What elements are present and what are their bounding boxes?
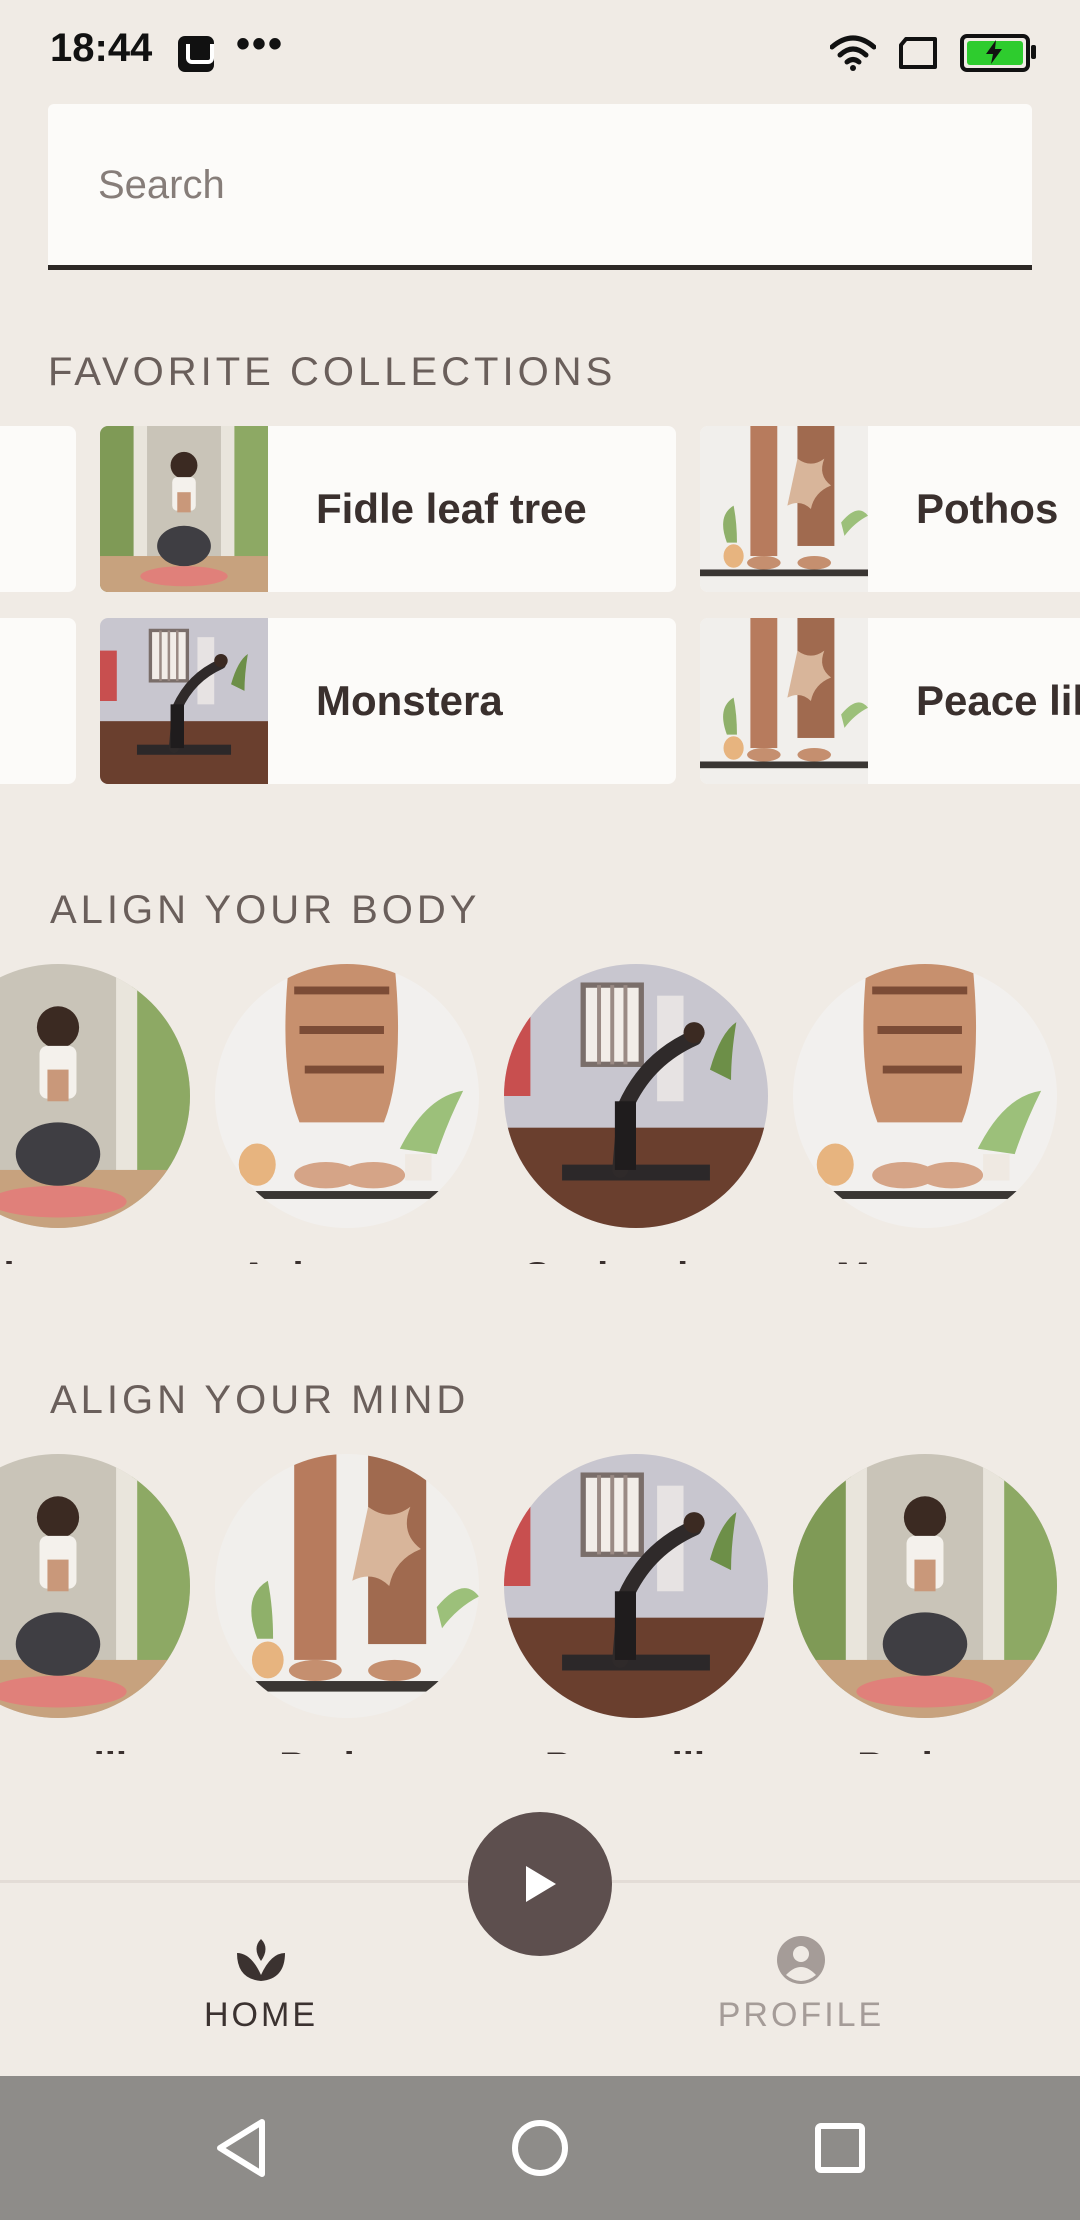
nav-profile-label: PROFILE bbox=[717, 1996, 885, 2034]
align-body-label: Monstera bbox=[793, 1255, 1057, 1264]
collection-thumbnail bbox=[100, 618, 268, 784]
align-mind-item[interactable]: Peace lily bbox=[504, 1454, 768, 1754]
align-mind-item[interactable]: Peace lily bbox=[0, 1454, 190, 1754]
collection-card[interactable]: Peace lily bbox=[700, 618, 1080, 784]
collection-thumbnail bbox=[100, 426, 268, 592]
account-circle-icon bbox=[777, 1936, 825, 1984]
battery-charging-icon bbox=[960, 34, 1036, 72]
align-mind-item[interactable]: Pothos bbox=[215, 1454, 479, 1754]
align-body-item[interactable]: Aglaonema bbox=[215, 964, 479, 1264]
collection-card[interactable]: Fidle leaf tree bbox=[100, 426, 676, 592]
collection-card[interactable]: Pothos bbox=[700, 426, 1080, 592]
status-icons bbox=[830, 34, 1036, 72]
align-mind-label: Pothos bbox=[793, 1745, 1057, 1754]
align-mind-label: Pothos bbox=[215, 1745, 479, 1754]
align-body-image bbox=[0, 964, 190, 1228]
align-body-row: Aglaonema Aglaonema Snake plant Monstera bbox=[0, 964, 1080, 1264]
align-your-body-title: ALIGN YOUR BODY bbox=[50, 888, 481, 932]
align-mind-image bbox=[504, 1454, 768, 1718]
collection-thumbnail bbox=[700, 426, 868, 592]
search-input[interactable] bbox=[96, 104, 980, 266]
align-body-label: Aglaonema bbox=[0, 1255, 190, 1264]
favorite-collections-grid: Fidle leaf tree Pothos Monstera Peace li… bbox=[0, 426, 1080, 786]
align-mind-item[interactable]: Pothos bbox=[793, 1454, 1057, 1754]
collection-label: Peace lily bbox=[916, 677, 1080, 724]
status-bar: 18:44 ••• bbox=[0, 0, 1080, 100]
status-time: 18:44 bbox=[50, 26, 153, 70]
wifi-icon bbox=[830, 35, 876, 71]
collection-card[interactable]: Monstera bbox=[100, 618, 676, 784]
spa-icon bbox=[237, 1939, 285, 1981]
collection-thumbnail bbox=[700, 618, 868, 784]
play-button[interactable] bbox=[468, 1812, 612, 1956]
nav-home-label: HOME bbox=[204, 1996, 318, 2034]
search-field[interactable] bbox=[48, 104, 1032, 270]
app-notification-icon bbox=[178, 36, 214, 72]
align-body-label: Snake plant bbox=[504, 1255, 768, 1264]
nav-home[interactable]: HOME bbox=[131, 1935, 391, 2035]
home-circle-icon[interactable] bbox=[510, 2116, 570, 2180]
collection-card-partial[interactable] bbox=[0, 618, 76, 784]
align-mind-image bbox=[215, 1454, 479, 1718]
nav-profile[interactable]: PROFILE bbox=[671, 1935, 931, 2035]
align-mind-label: Peace lily bbox=[504, 1745, 768, 1754]
sim-icon bbox=[899, 37, 937, 69]
align-body-label: Aglaonema bbox=[215, 1255, 479, 1264]
collection-card-partial[interactable] bbox=[0, 426, 76, 592]
back-icon[interactable] bbox=[212, 2116, 272, 2180]
align-mind-label: Peace lily bbox=[0, 1745, 190, 1754]
align-your-mind-title: ALIGN YOUR MIND bbox=[50, 1378, 470, 1422]
align-body-item[interactable]: Aglaonema bbox=[0, 964, 190, 1264]
more-dots-icon: ••• bbox=[236, 22, 285, 66]
play-icon bbox=[526, 1866, 556, 1902]
align-body-item[interactable]: Snake plant bbox=[504, 964, 768, 1264]
recents-icon[interactable] bbox=[810, 2116, 870, 2180]
align-body-item[interactable]: Monstera bbox=[793, 964, 1057, 1264]
align-mind-image bbox=[793, 1454, 1057, 1718]
system-navigation-bar bbox=[0, 2076, 1080, 2220]
align-mind-row: Peace lily Pothos Peace lily Pothos bbox=[0, 1454, 1080, 1754]
align-body-image bbox=[504, 964, 768, 1228]
collection-label: Fidle leaf tree bbox=[316, 485, 587, 532]
align-mind-image bbox=[0, 1454, 190, 1718]
align-body-image bbox=[215, 964, 479, 1228]
collection-label: Monstera bbox=[316, 677, 503, 724]
collection-label: Pothos bbox=[916, 485, 1059, 532]
favorite-collections-title: FAVORITE COLLECTIONS bbox=[48, 350, 617, 394]
align-body-image bbox=[793, 964, 1057, 1228]
